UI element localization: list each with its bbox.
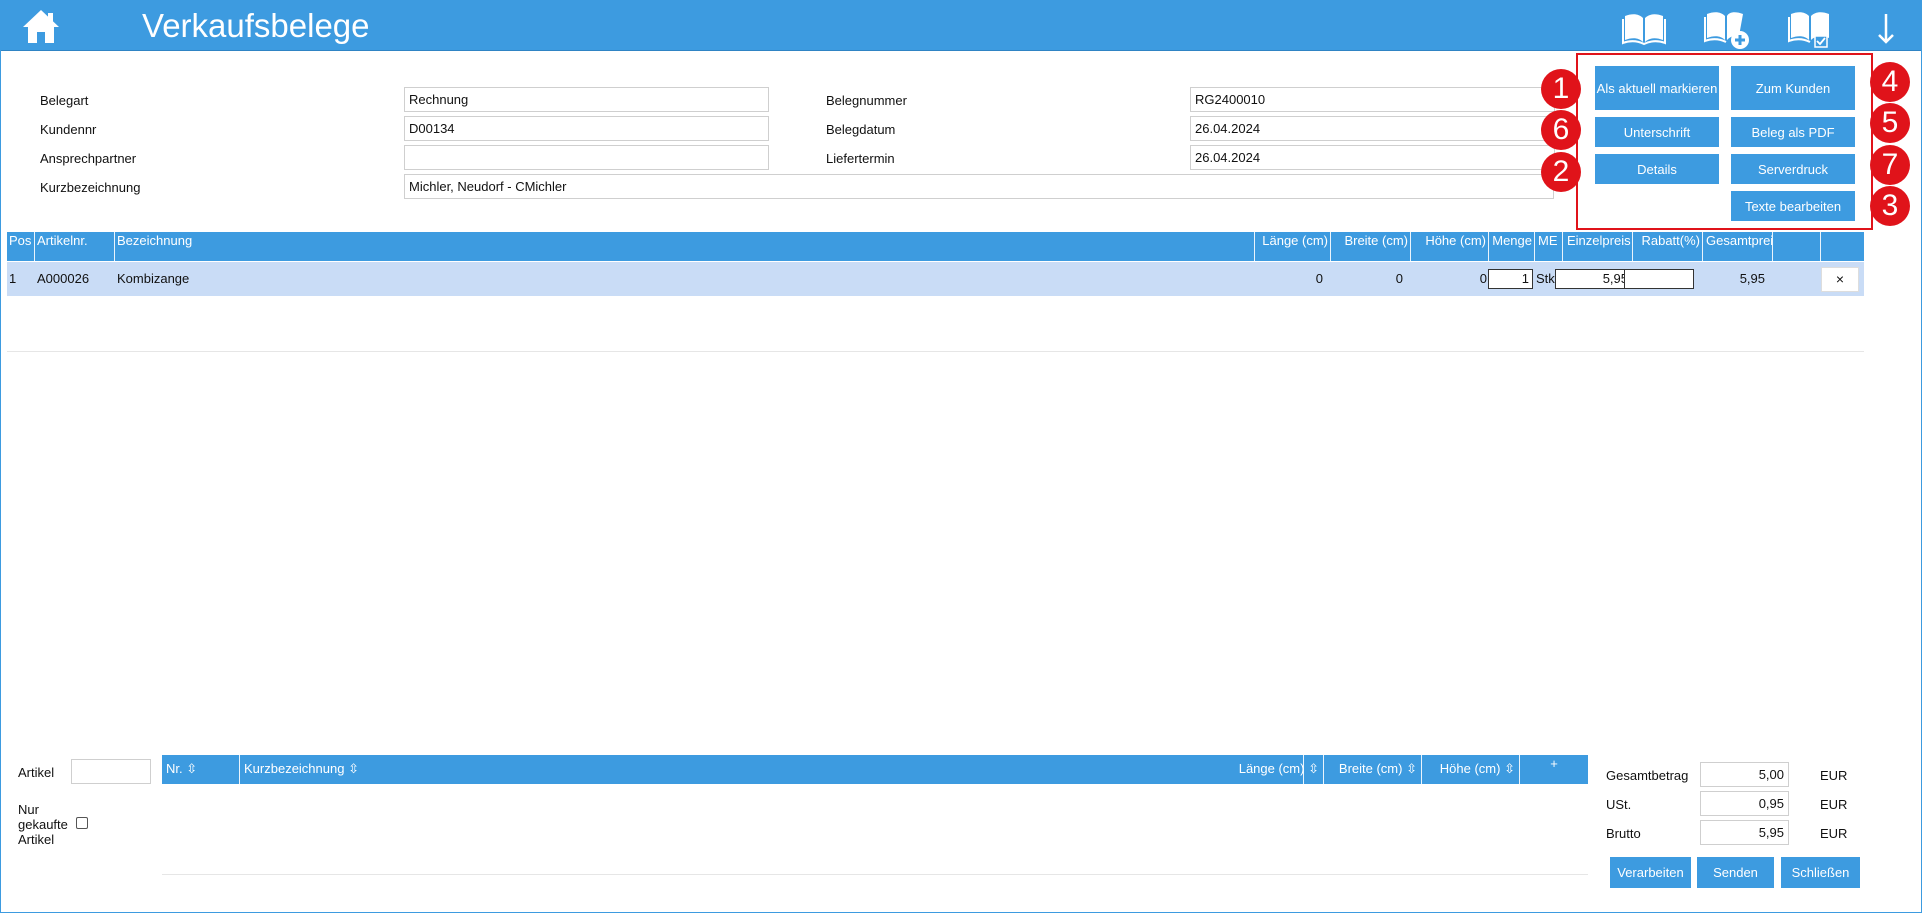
belegart-field[interactable]: Rechnung bbox=[404, 87, 769, 112]
search-table-divider bbox=[162, 874, 1588, 875]
col-laenge-search[interactable]: Länge (cm) ⇳ bbox=[1226, 755, 1324, 784]
sort-icon: ⇳ bbox=[1406, 761, 1417, 776]
brutto-label: Brutto bbox=[1606, 826, 1641, 841]
unterschrift-button[interactable]: Unterschrift bbox=[1595, 117, 1719, 147]
arrow-down-icon[interactable] bbox=[1871, 10, 1901, 46]
belegnummer-field[interactable]: RG2400010 bbox=[1190, 87, 1555, 112]
table-divider bbox=[7, 351, 1864, 352]
page-title: Verkaufsbelege bbox=[142, 7, 370, 44]
col-laenge[interactable]: Länge (cm) bbox=[1255, 232, 1331, 261]
col-hoehe[interactable]: Höhe (cm) bbox=[1411, 232, 1489, 261]
col-rabatt[interactable]: Rabatt(%) bbox=[1633, 232, 1703, 261]
kurzbezeichnung-label: Kurzbezeichnung bbox=[40, 180, 141, 195]
kundennr-field[interactable]: D00134 bbox=[404, 116, 769, 141]
details-button[interactable]: Details bbox=[1595, 154, 1719, 184]
serverdruck-button[interactable]: Serverdruck bbox=[1731, 154, 1855, 184]
cell-hoehe: 0 bbox=[1479, 271, 1487, 286]
sort-icon: ⇳ bbox=[186, 761, 198, 776]
book-icon[interactable] bbox=[1621, 10, 1667, 46]
cell-artikelnr: A000026 bbox=[37, 271, 90, 286]
book-check-icon[interactable] bbox=[1787, 10, 1833, 48]
belegdatum-field[interactable]: 26.04.2024 bbox=[1190, 116, 1555, 141]
brutto-field: 5,95 bbox=[1700, 820, 1789, 845]
currency-label: EUR bbox=[1820, 826, 1848, 841]
home-icon[interactable] bbox=[21, 7, 61, 45]
senden-button[interactable]: Senden bbox=[1697, 857, 1774, 888]
callout-badge: 7 bbox=[1870, 145, 1910, 185]
liefertermin-label: Liefertermin bbox=[826, 151, 895, 166]
book-add-icon[interactable] bbox=[1703, 10, 1749, 49]
sort-icon: ⇳ bbox=[1504, 761, 1515, 776]
col-gesamtpreis[interactable]: Gesamtpreis bbox=[1703, 232, 1773, 261]
title-bar: Verkaufsbelege bbox=[0, 0, 1922, 51]
col-breite[interactable]: Breite (cm) bbox=[1331, 232, 1411, 261]
cell-laenge: 0 bbox=[1315, 271, 1323, 286]
col-bezeichnung[interactable]: Bezeichnung bbox=[115, 232, 1255, 261]
callout-badge: 3 bbox=[1870, 186, 1910, 226]
col-nr-label: Nr. bbox=[166, 761, 183, 776]
ust-label: USt. bbox=[1606, 797, 1632, 812]
zum-kunden-button[interactable]: Zum Kunden bbox=[1731, 66, 1855, 110]
cell-gesamtpreis: 5,95 bbox=[1739, 271, 1765, 286]
col-spacer bbox=[1773, 232, 1821, 261]
col-pos[interactable]: Pos bbox=[7, 232, 35, 261]
callout-badge: 1 bbox=[1541, 69, 1581, 109]
callout-badge: 2 bbox=[1541, 152, 1581, 192]
col-me[interactable]: ME bbox=[1535, 232, 1563, 261]
gesamtbetrag-label: Gesamtbetrag bbox=[1606, 768, 1689, 783]
col-menge[interactable]: Menge bbox=[1489, 232, 1535, 261]
belegnummer-label: Belegnummer bbox=[826, 93, 907, 108]
col-nr[interactable]: Nr. ⇳ bbox=[162, 755, 240, 784]
cell-me: Stk bbox=[1536, 271, 1555, 286]
currency-label: EUR bbox=[1820, 797, 1848, 812]
col-einzelpreis[interactable]: Einzelpreis bbox=[1563, 232, 1633, 261]
rabatt-input[interactable] bbox=[1624, 269, 1694, 289]
belegdatum-label: Belegdatum bbox=[826, 122, 896, 137]
table-row[interactable]: 1 A000026 Kombizange 0 0 0 1 Stk 5,95 5,… bbox=[7, 262, 1864, 296]
nur-gekaufte-checkbox[interactable] bbox=[76, 817, 88, 829]
add-column-button[interactable]: + bbox=[1520, 755, 1588, 784]
callout-badge: 4 bbox=[1870, 62, 1910, 102]
einzelpreis-input[interactable]: 5,95 bbox=[1555, 269, 1632, 289]
currency-label: EUR bbox=[1820, 768, 1848, 783]
col-laenge-label: Länge (cm) bbox=[1238, 761, 1305, 776]
positions-table-header: Pos Artikelnr. Bezeichnung Länge (cm) Br… bbox=[7, 232, 1864, 261]
callout-badge: 5 bbox=[1870, 103, 1910, 143]
sort-icon: ⇳ bbox=[348, 761, 359, 776]
nur-gekaufte-label: Nur gekaufte Artikel bbox=[18, 802, 68, 847]
als-aktuell-markieren-button[interactable]: Als aktuell markieren bbox=[1595, 66, 1719, 110]
col-breite-label: Breite (cm) bbox=[1338, 761, 1403, 776]
col-kurzbezeichnung-label: Kurzbezeichnung bbox=[244, 761, 345, 776]
ansprechpartner-label: Ansprechpartner bbox=[40, 151, 137, 166]
delete-row-button[interactable]: × bbox=[1821, 267, 1859, 292]
cell-bezeichnung: Kombizange bbox=[117, 271, 190, 286]
beleg-als-pdf-button[interactable]: Beleg als PDF bbox=[1731, 117, 1855, 147]
col-kurzbezeichnung[interactable]: Kurzbezeichnung ⇳ bbox=[240, 755, 1304, 784]
ust-field: 0,95 bbox=[1700, 791, 1789, 816]
texte-bearbeiten-button[interactable]: Texte bearbeiten bbox=[1731, 191, 1855, 221]
liefertermin-field[interactable]: 26.04.2024 bbox=[1190, 145, 1555, 170]
col-artikelnr[interactable]: Artikelnr. bbox=[35, 232, 115, 261]
callout-badge: 6 bbox=[1541, 110, 1581, 150]
menge-input[interactable]: 1 bbox=[1488, 269, 1533, 289]
artikel-search-input[interactable] bbox=[71, 759, 151, 784]
cell-pos: 1 bbox=[9, 271, 17, 286]
verarbeiten-button[interactable]: Verarbeiten bbox=[1610, 857, 1691, 888]
kundennr-label: Kundennr bbox=[40, 122, 97, 137]
col-breite-search[interactable]: Breite (cm) ⇳ bbox=[1324, 755, 1422, 784]
col-hoehe-label: Höhe (cm) bbox=[1439, 761, 1501, 776]
search-table-header: Nr. ⇳ Kurzbezeichnung ⇳ Länge (cm) ⇳ Bre… bbox=[162, 755, 1588, 784]
kurzbezeichnung-field[interactable]: Michler, Neudorf - CMichler bbox=[404, 174, 1554, 199]
artikel-label: Artikel bbox=[18, 765, 55, 780]
cell-breite: 0 bbox=[1395, 271, 1403, 286]
sort-icon: ⇳ bbox=[1308, 761, 1319, 776]
gesamtbetrag-field: 5,00 bbox=[1700, 762, 1789, 787]
belegart-label: Belegart bbox=[40, 93, 89, 108]
ansprechpartner-field[interactable] bbox=[404, 145, 769, 170]
col-hoehe-search[interactable]: Höhe (cm) ⇳ bbox=[1422, 755, 1520, 784]
col-actions bbox=[1821, 232, 1864, 261]
schliessen-button[interactable]: Schließen bbox=[1781, 857, 1860, 888]
